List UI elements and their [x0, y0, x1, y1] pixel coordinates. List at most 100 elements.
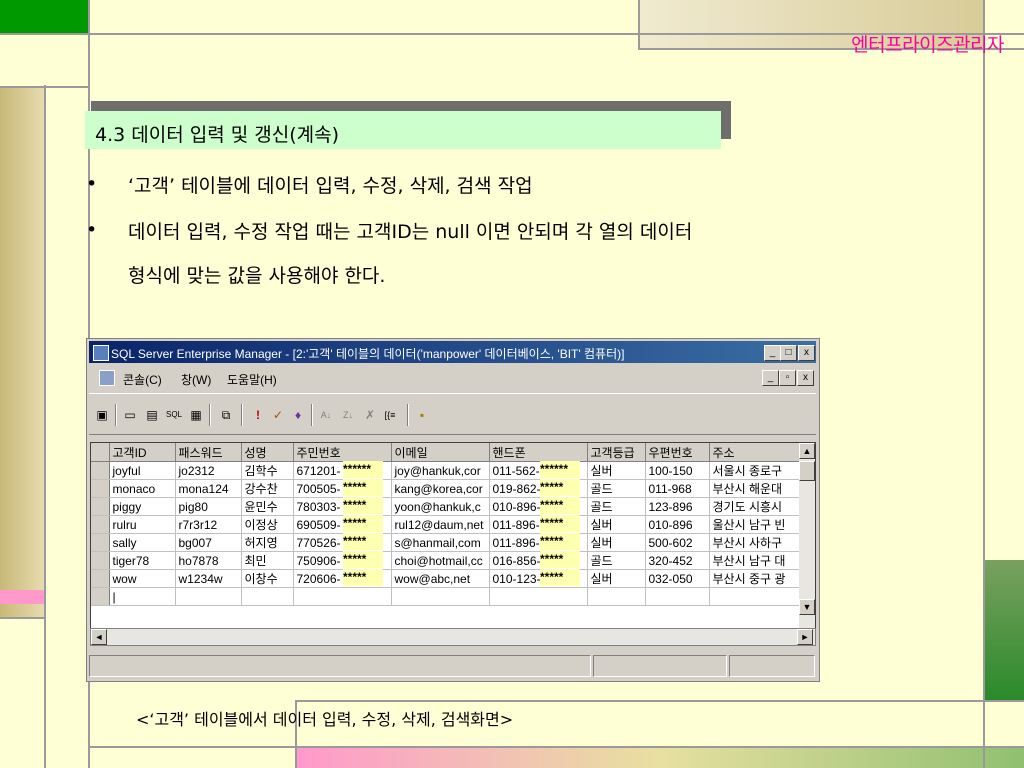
column-header[interactable]: 우편번호: [645, 443, 710, 462]
minimize-button[interactable]: _: [764, 345, 781, 361]
window-titlebar[interactable]: SQL Server Enterprise Manager - [2:'고객' …: [89, 341, 816, 363]
table-cell[interactable]: 골드: [587, 497, 646, 516]
table-cell[interactable]: 골드: [587, 479, 646, 498]
table-cell[interactable]: 부산시 사하구: [709, 533, 800, 552]
table-cell[interactable]: joyful: [109, 461, 176, 480]
table-cell[interactable]: 서울시 종로구: [709, 461, 800, 480]
table-cell[interactable]: 500-602: [645, 533, 710, 552]
table-cell[interactable]: 강수찬: [241, 479, 294, 498]
table-cell[interactable]: kang@korea,cor: [391, 479, 490, 498]
table-cell[interactable]: wow@abc,net: [391, 569, 490, 588]
row-selector[interactable]: [91, 479, 110, 498]
column-header[interactable]: 패스워드: [175, 443, 242, 462]
clear-results-icon[interactable]: ♦: [289, 406, 307, 424]
mdi-minimize-button[interactable]: _: [762, 370, 779, 386]
run-icon[interactable]: !: [249, 406, 267, 424]
show-results-icon[interactable]: ▦: [187, 406, 205, 424]
column-header[interactable]: 주민번호: [293, 443, 392, 462]
table-cell[interactable]: 010-896: [645, 515, 710, 534]
maximize-button[interactable]: □: [780, 345, 797, 361]
remove-filter-icon[interactable]: ✗: [361, 406, 379, 424]
table-cell[interactable]: pig80: [175, 497, 242, 516]
scroll-thumb[interactable]: [799, 461, 815, 481]
table-cell[interactable]: 실버: [587, 533, 646, 552]
add-table-icon[interactable]: ▪: [413, 406, 431, 424]
show-sql-icon[interactable]: SQL: [165, 406, 183, 424]
table-row[interactable]: piggy pig80 윤민수 780303- yoon@hankuk,c 010-896…: [91, 497, 800, 516]
column-header[interactable]: 성명: [241, 443, 294, 462]
row-selector[interactable]: [91, 551, 110, 570]
row-selector[interactable]: [91, 533, 110, 552]
table-cell[interactable]: mona124: [175, 479, 242, 498]
table-cell[interactable]: |: [109, 587, 176, 606]
table-cell[interactable]: 100-150: [645, 461, 710, 480]
new-row-indicator[interactable]: [91, 587, 110, 606]
sort-asc-icon[interactable]: A↓: [317, 406, 335, 424]
row-selector[interactable]: [91, 515, 110, 534]
table-cell[interactable]: [391, 587, 490, 606]
table-cell[interactable]: jo2312: [175, 461, 242, 480]
table-cell[interactable]: tiger78: [109, 551, 176, 570]
table-cell[interactable]: 최민: [241, 551, 294, 570]
table-row[interactable]: joyful jo2312 김학수 671201- joy@hankuk,cor 011-…: [91, 461, 800, 480]
console-icon[interactable]: [99, 370, 115, 386]
properties-icon[interactable]: ▣: [93, 406, 111, 424]
verify-sql-icon[interactable]: ✓: [269, 406, 287, 424]
table-cell[interactable]: 이정상: [241, 515, 294, 534]
column-header[interactable]: 핸드폰: [489, 443, 588, 462]
new-row[interactable]: |: [91, 587, 800, 606]
table-cell[interactable]: [241, 587, 294, 606]
scroll-down-button[interactable]: ▼: [799, 599, 815, 615]
horizontal-scrollbar[interactable]: ◄ ►: [90, 628, 816, 646]
table-cell[interactable]: 골드: [587, 551, 646, 570]
table-cell[interactable]: 김학수: [241, 461, 294, 480]
table-cell[interactable]: r7r3r12: [175, 515, 242, 534]
table-cell[interactable]: [709, 587, 800, 606]
table-cell[interactable]: choi@hotmail,cc: [391, 551, 490, 570]
new-window-icon[interactable]: ⧉: [217, 406, 235, 424]
menu-help[interactable]: 도움말(H): [227, 371, 277, 388]
menu-window[interactable]: 창(W): [181, 371, 211, 388]
table-cell[interactable]: ho7878: [175, 551, 242, 570]
close-button[interactable]: x: [798, 345, 815, 361]
menu-console[interactable]: 콘솔(C): [123, 371, 162, 388]
table-cell[interactable]: yoon@hankuk,c: [391, 497, 490, 516]
table-cell[interactable]: 011-968: [645, 479, 710, 498]
table-cell[interactable]: wow: [109, 569, 176, 588]
mdi-restore-button[interactable]: ▫: [779, 370, 796, 386]
column-header[interactable]: 이메일: [391, 443, 490, 462]
table-cell[interactable]: [489, 587, 588, 606]
table-cell[interactable]: bg007: [175, 533, 242, 552]
scroll-left-button[interactable]: ◄: [91, 629, 107, 645]
row-selector[interactable]: [91, 569, 110, 588]
table-cell[interactable]: 실버: [587, 569, 646, 588]
mdi-close-button[interactable]: x: [797, 370, 814, 386]
table-cell[interactable]: 울산시 남구 빈: [709, 515, 800, 534]
table-cell[interactable]: monaco: [109, 479, 176, 498]
column-header[interactable]: 고객등급: [587, 443, 646, 462]
table-cell[interactable]: 부산시 남구 대: [709, 551, 800, 570]
table-cell[interactable]: [293, 587, 392, 606]
table-cell[interactable]: sally: [109, 533, 176, 552]
vertical-scrollbar[interactable]: ▲ ▼: [799, 443, 815, 631]
row-selector[interactable]: [91, 497, 110, 516]
table-cell[interactable]: 이창수: [241, 569, 294, 588]
group-by-icon[interactable]: [{≡: [381, 406, 399, 424]
table-cell[interactable]: joy@hankuk,cor: [391, 461, 490, 480]
table-cell[interactable]: 실버: [587, 515, 646, 534]
table-cell[interactable]: 실버: [587, 461, 646, 480]
column-header[interactable]: 고객ID: [109, 443, 176, 462]
table-cell[interactable]: s@hanmail,com: [391, 533, 490, 552]
table-cell[interactable]: 123-896: [645, 497, 710, 516]
table-row[interactable]: wow w1234w 이창수 720606- wow@abc,net 010-123- 실버…: [91, 569, 800, 588]
app-icon[interactable]: [93, 345, 109, 361]
show-grid-icon[interactable]: ▤: [143, 406, 161, 424]
table-cell[interactable]: [587, 587, 646, 606]
table-cell[interactable]: 경기도 시흥시: [709, 497, 800, 516]
table-cell[interactable]: 부산시 해운대: [709, 479, 800, 498]
scroll-right-button[interactable]: ►: [797, 629, 813, 645]
sort-desc-icon[interactable]: Z↓: [339, 406, 357, 424]
table-cell[interactable]: 032-050: [645, 569, 710, 588]
table-row[interactable]: sally bg007 허지영 770526- s@hanmail,com 011-896…: [91, 533, 800, 552]
table-cell[interactable]: [645, 587, 710, 606]
